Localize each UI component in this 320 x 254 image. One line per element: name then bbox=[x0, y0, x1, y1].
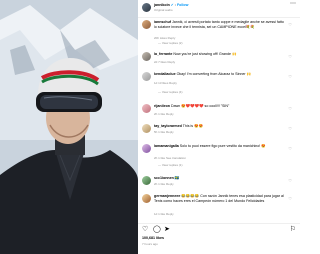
post-photo[interactable] bbox=[0, 0, 138, 254]
comment-meta[interactable]: 2h 1 like Reply bbox=[154, 112, 174, 117]
commenter-avatar[interactable] bbox=[142, 124, 151, 133]
like-comment-icon[interactable]: ♡ bbox=[288, 126, 292, 132]
actions-divider bbox=[138, 223, 300, 224]
comment-meta[interactable]: 2h 1 like Reply bbox=[154, 182, 174, 187]
comment-body: la_ferrante Now you're just showing off!… bbox=[154, 52, 284, 57]
comment-username[interactable]: lamamanigalla bbox=[154, 144, 179, 148]
author-avatar[interactable] bbox=[142, 3, 151, 12]
commenter-avatar[interactable] bbox=[142, 144, 151, 153]
replies-text[interactable]: View replies (4) bbox=[162, 90, 183, 94]
like-comment-icon[interactable]: ♡ bbox=[288, 54, 292, 60]
commenter-avatar[interactable] bbox=[142, 194, 151, 203]
share-icon[interactable]: ➤ bbox=[164, 226, 170, 234]
comment-username[interactable]: scc1ionnen bbox=[154, 176, 174, 180]
view-replies-link[interactable]: — View replies (1) bbox=[158, 163, 182, 168]
action-bar: ♡ ◯ ➤ ⚐ bbox=[142, 226, 296, 234]
comment-text: Solo tu puoi essere figo pure vestito da… bbox=[179, 144, 266, 148]
comment-body: tay_taylorarmed This is 😍😍 bbox=[154, 124, 284, 129]
header-divider bbox=[138, 17, 300, 18]
comment-icon[interactable]: ◯ bbox=[153, 226, 161, 234]
comment-meta[interactable]: 1d 13 likes Reply bbox=[154, 81, 177, 86]
commenter-avatar[interactable] bbox=[142, 52, 151, 61]
heart-icon[interactable]: ♡ bbox=[142, 226, 148, 234]
comment-meta[interactable]: 1d 1 like Reply bbox=[154, 212, 174, 217]
skier-illustration bbox=[0, 0, 138, 254]
commenter-avatar[interactable] bbox=[142, 72, 151, 81]
instagram-post-modal: jannikoin ✔ • Follow Original audio ⋯ ia… bbox=[0, 0, 300, 254]
comment-text: Now you're just showing off! Grande 🙌 bbox=[173, 52, 237, 56]
comment-text: Okay! I'm converting from Alcaraz to Sin… bbox=[176, 72, 252, 76]
bookmark-icon[interactable]: ⚐ bbox=[290, 226, 296, 234]
verified-icon: ✔ bbox=[170, 3, 174, 7]
audio-label[interactable]: Original audio bbox=[154, 8, 173, 13]
comment-username[interactable]: tay_taylorarmed bbox=[154, 124, 182, 128]
post-timestamp: 7 hours ago bbox=[142, 242, 158, 246]
like-comment-icon[interactable]: ♡ bbox=[288, 146, 292, 152]
comment-body: germanjenneee 😂😂😂😂 Con razón Jannik tene… bbox=[154, 194, 284, 203]
comment-username[interactable]: germanjenneee bbox=[154, 194, 180, 198]
comment-username[interactable]: rijanileon bbox=[154, 104, 170, 108]
comment-meta[interactable]: 2d 7 likes Reply bbox=[154, 60, 175, 65]
comments-panel: jannikoin ✔ • Follow Original audio ⋯ ia… bbox=[138, 0, 300, 254]
comment-meta[interactable]: 20h Likes Reply bbox=[154, 36, 175, 41]
replies-text[interactable]: View replies (1) bbox=[162, 163, 183, 167]
more-options-icon[interactable]: ⋯ bbox=[290, 1, 296, 6]
comment-body: kendallaclue Okay! I'm converting from A… bbox=[154, 72, 284, 77]
like-comment-icon[interactable]: ♡ bbox=[288, 196, 292, 202]
like-comment-icon[interactable]: ♡ bbox=[288, 178, 292, 184]
comment-meta[interactable]: 2h 1 like See translation bbox=[154, 156, 186, 161]
comment-text: This is 😍😍 bbox=[182, 124, 204, 128]
commenter-avatar[interactable] bbox=[142, 104, 151, 113]
follow-button[interactable]: Follow bbox=[177, 3, 188, 7]
like-comment-icon[interactable]: ♡ bbox=[288, 106, 292, 112]
comment-text: Jannik, ci avresti portato tanto coppe e… bbox=[154, 20, 284, 29]
comment-text: 🇸🇪 bbox=[174, 176, 180, 180]
view-replies-link[interactable]: — View replies (4) bbox=[158, 90, 182, 95]
commenter-avatar[interactable] bbox=[142, 20, 151, 29]
view-replies-link[interactable]: — View replies (2) bbox=[158, 41, 182, 46]
author-line: jannikoin ✔ • Follow bbox=[154, 3, 188, 8]
post-header: jannikoin ✔ • Follow Original audio ⋯ bbox=[142, 1, 296, 16]
replies-text[interactable]: View replies (2) bbox=[162, 41, 183, 45]
comment-meta[interactable]: 5h 1 like Reply bbox=[154, 130, 174, 135]
comment-body: iannschuf Jannik, ci avresti portato tan… bbox=[154, 20, 284, 29]
likes-count[interactable]: 100,681 likes bbox=[142, 236, 164, 241]
commenter-avatar[interactable] bbox=[142, 176, 151, 185]
comment-username[interactable]: kendallaclue bbox=[154, 72, 176, 76]
author-username[interactable]: jannikoin bbox=[154, 3, 170, 7]
separator-dot: • bbox=[174, 3, 176, 7]
comment-body: scc1ionnen 🇸🇪 bbox=[154, 176, 284, 181]
comment-username[interactable]: iannschuf bbox=[154, 20, 171, 24]
like-comment-icon[interactable]: ♡ bbox=[288, 22, 292, 28]
comment-text: Dawn 😍❤️❤️❤️❤️ so cooll!!! "SIN" bbox=[170, 104, 230, 108]
comment-body: lamamanigalla Solo tu puoi essere figo p… bbox=[154, 144, 284, 149]
like-comment-icon[interactable]: ♡ bbox=[288, 74, 292, 80]
comment-body: rijanileon Dawn 😍❤️❤️❤️❤️ so cooll!!! "S… bbox=[154, 104, 284, 109]
comment-username[interactable]: la_ferrante bbox=[154, 52, 172, 56]
